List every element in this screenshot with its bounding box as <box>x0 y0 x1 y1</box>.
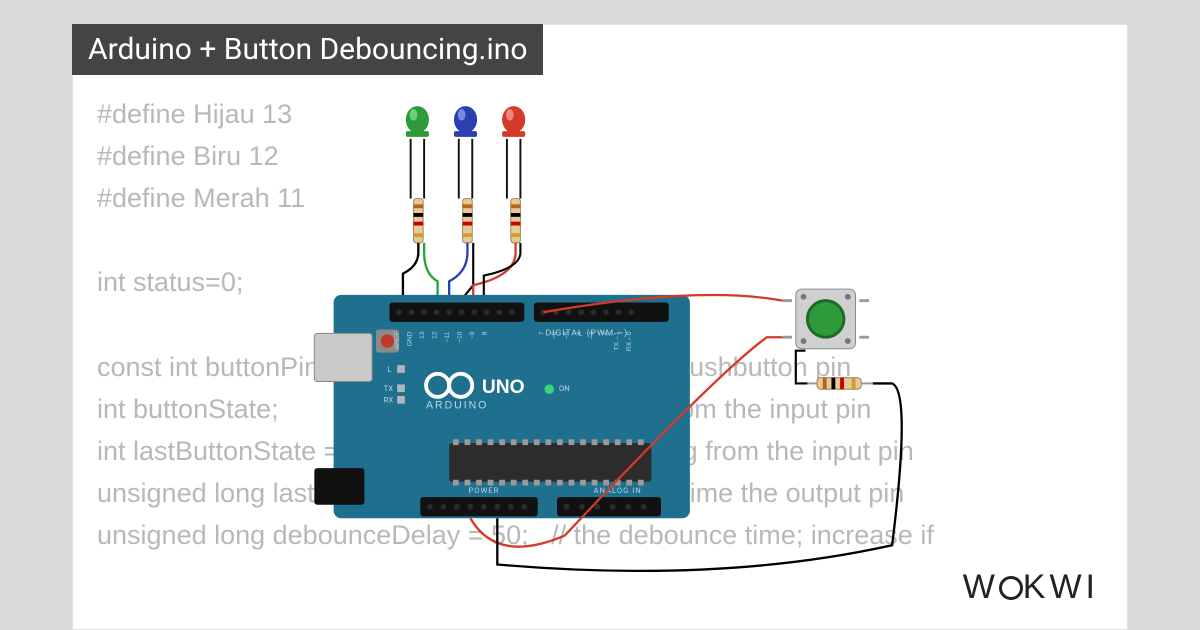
code-preview: #define Hijau 13 #define Biru 12 #define… <box>73 75 1127 556</box>
title-bar: Arduino + Button Debouncing.ino <box>72 24 543 75</box>
brand-logo: WKWI <box>963 568 1099 607</box>
project-card: Arduino + Button Debouncing.ino #define … <box>72 24 1128 630</box>
project-title: Arduino + Button Debouncing.ino <box>88 32 527 67</box>
